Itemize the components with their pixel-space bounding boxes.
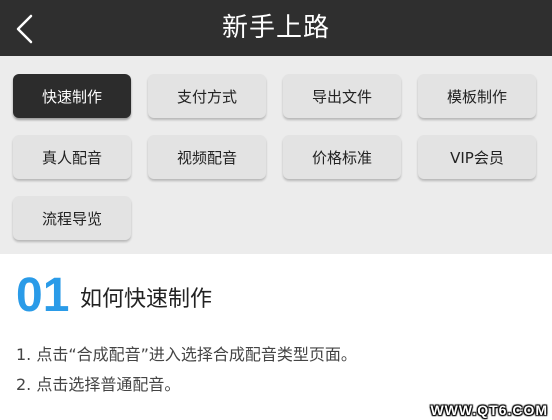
menu-grid: 快速制作 支付方式 导出文件 模板制作 真人配音 视频配音 价格标准 VIP会员… xyxy=(0,56,552,254)
menu-button-export[interactable]: 导出文件 xyxy=(283,74,401,118)
menu-button-payment[interactable]: 支付方式 xyxy=(148,74,266,118)
section-number: 01 xyxy=(16,269,70,322)
header-bar: 新手上路 xyxy=(0,0,552,56)
step-item: 2. 点击选择普通配音。 xyxy=(16,375,181,394)
menu-button-pricing[interactable]: 价格标准 xyxy=(283,135,401,179)
menu-button-video-dub[interactable]: 视频配音 xyxy=(148,135,266,179)
section-title: 如何快速制作 xyxy=(80,287,213,312)
menu-button-flow-guide[interactable]: 流程导览 xyxy=(13,196,131,240)
watermark: WWW.QT6.COM xyxy=(430,402,548,418)
menu-button-vip[interactable]: VIP会员 xyxy=(418,135,536,179)
menu-button-human-voice[interactable]: 真人配音 xyxy=(13,135,131,179)
step-item: 1. 点击“合成配音”进入选择合成配音类型页面。 xyxy=(16,345,357,364)
page-title: 新手上路 xyxy=(221,13,330,43)
menu-button-quick-make[interactable]: 快速制作 xyxy=(13,74,131,118)
content-section: 01 如何快速制作 1. 点击“合成配音”进入选择合成配音类型页面。 2. 点击… xyxy=(0,254,552,420)
menu-button-template[interactable]: 模板制作 xyxy=(418,74,536,118)
